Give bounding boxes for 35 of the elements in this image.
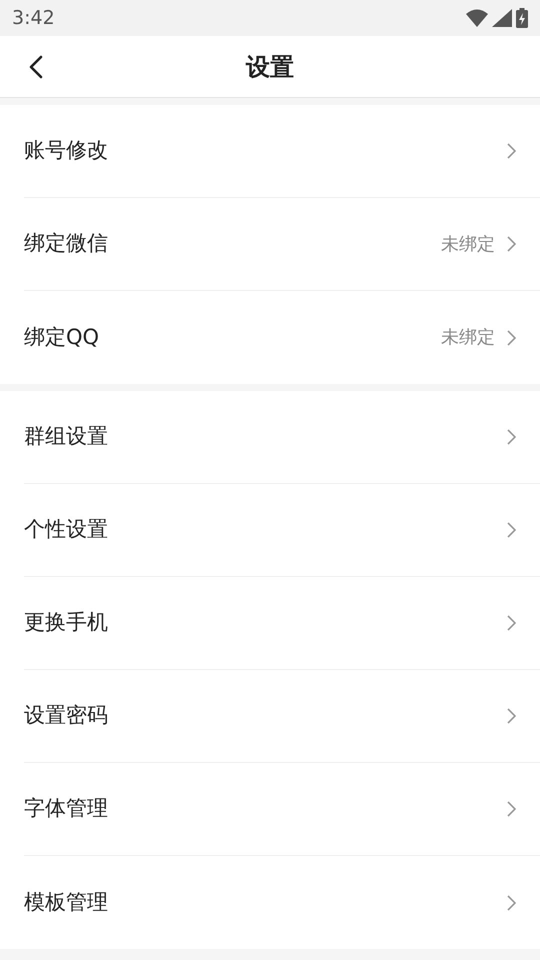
- settings-row[interactable]: 绑定QQ 未绑定: [24, 291, 540, 384]
- row-value: 未绑定: [441, 232, 495, 256]
- row-value: 未绑定: [441, 326, 495, 350]
- settings-row[interactable]: 个性设置: [24, 484, 540, 577]
- row-label: 更换手机: [24, 609, 108, 636]
- row-label: 绑定QQ: [24, 324, 100, 351]
- chevron-right-icon: [507, 236, 516, 252]
- chevron-right-icon: [507, 615, 516, 631]
- settings-row[interactable]: 群组设置: [24, 391, 540, 484]
- row-label: 个性设置: [24, 516, 108, 544]
- wifi-icon: [466, 9, 488, 27]
- settings-row[interactable]: 字体管理: [24, 763, 540, 856]
- chevron-right-icon: [507, 894, 516, 910]
- settings-row[interactable]: 设置密码: [24, 670, 540, 763]
- signal-icon: [492, 9, 512, 27]
- back-icon: [29, 55, 43, 79]
- chevron-right-icon: [507, 143, 516, 159]
- row-label: 字体管理: [24, 795, 108, 822]
- chevron-right-icon: [507, 429, 516, 445]
- settings-row[interactable]: 模板管理: [24, 856, 540, 949]
- settings-row[interactable]: 绑定微信 未绑定: [24, 198, 540, 291]
- row-label: 模板管理: [24, 888, 108, 916]
- row-label: 设置密码: [24, 702, 108, 730]
- settings-row[interactable]: 更换手机: [24, 577, 540, 670]
- page-title: 设置: [246, 52, 294, 82]
- chevron-right-icon: [507, 708, 516, 724]
- row-label: 账号修改: [24, 137, 108, 164]
- row-label: 群组设置: [24, 423, 108, 450]
- chevron-right-icon: [507, 801, 516, 817]
- battery-icon: [516, 8, 528, 28]
- row-label: 绑定微信: [24, 230, 108, 258]
- settings-row[interactable]: 账号修改: [24, 105, 540, 198]
- chevron-right-icon: [507, 330, 516, 346]
- status-time: 3:42: [12, 6, 55, 31]
- chevron-right-icon: [507, 522, 516, 538]
